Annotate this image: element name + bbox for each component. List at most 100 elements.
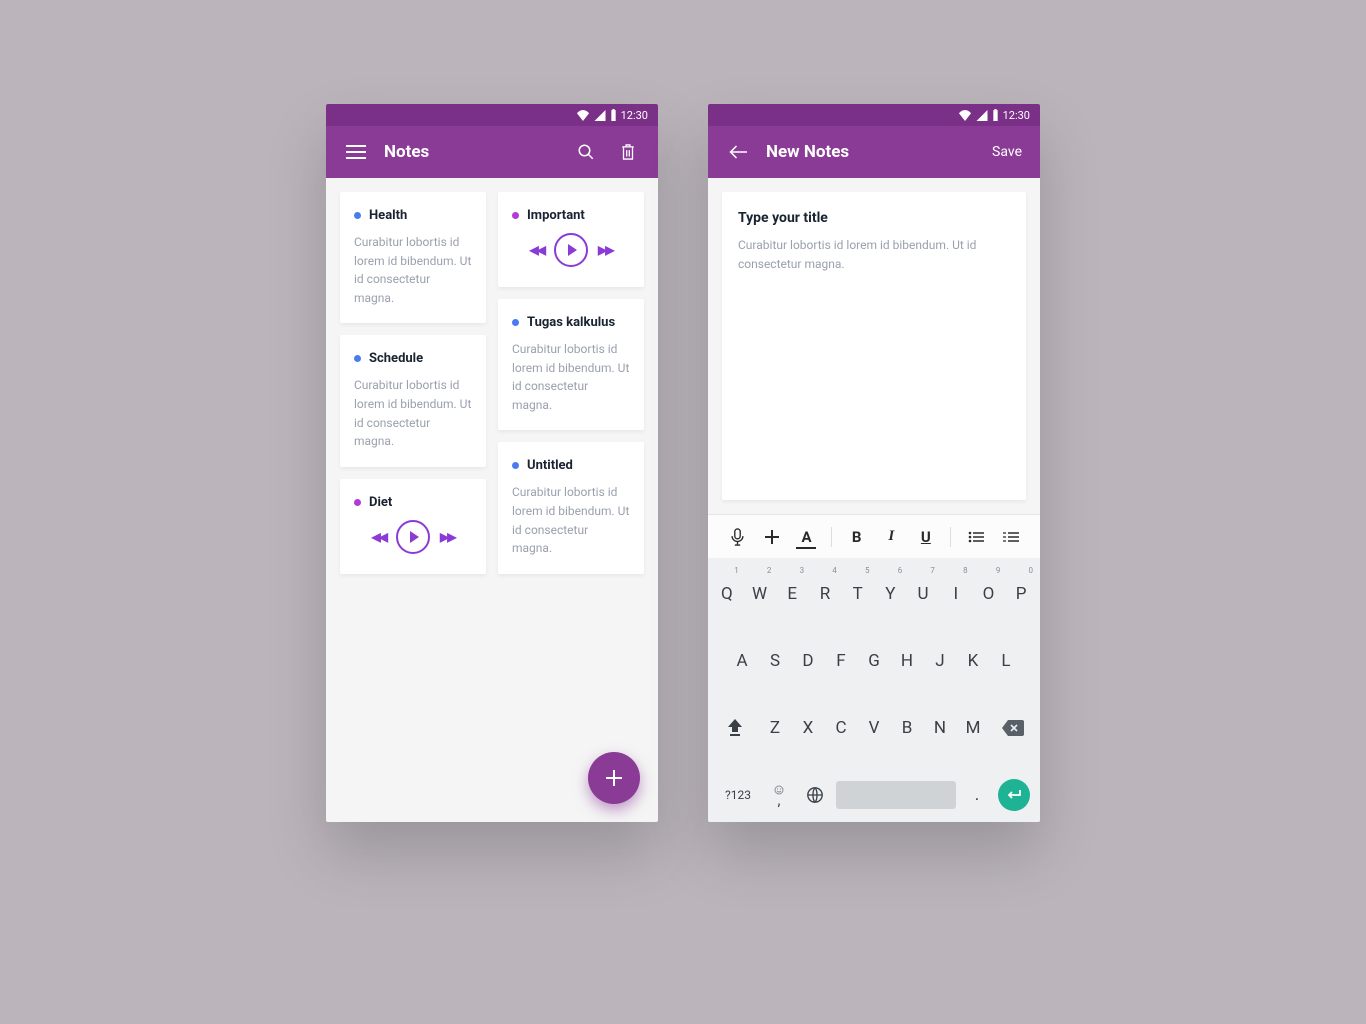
key-d[interactable]: D [793,631,823,690]
note-title: Tugas kalkulus [527,315,615,330]
tag-dot [354,355,361,362]
key-m[interactable]: M [958,698,988,757]
keyboard-row-1: Q1 W2 E3 R4 T5 Y6 U7 I8 O9 P0 [712,564,1036,623]
forward-icon[interactable]: ▶▶ [440,530,454,544]
key-r[interactable]: R4 [810,564,840,623]
enter-key[interactable] [998,779,1030,811]
language-key[interactable] [800,786,830,804]
back-icon[interactable] [726,140,750,164]
comma-key[interactable]: , [764,785,794,804]
editor-card[interactable]: Type your title Curabitur lobortis id lo… [722,192,1026,500]
tag-dot [354,212,361,219]
backspace-key[interactable] [991,698,1035,757]
tag-dot [354,499,361,506]
text-color-button[interactable]: A [796,527,816,547]
note-title: Schedule [369,351,423,366]
title-input[interactable]: Type your title [738,210,1010,226]
key-b[interactable]: B [892,698,922,757]
menu-icon[interactable] [344,140,368,164]
key-f[interactable]: F [826,631,856,690]
key-t[interactable]: T5 [843,564,873,623]
period-key[interactable]: . [962,785,992,805]
tag-dot [512,212,519,219]
note-title: Untitled [527,458,573,473]
note-card-important[interactable]: Important ◀◀ ▶▶ [498,192,644,287]
play-button[interactable] [554,233,588,267]
note-card-schedule[interactable]: Schedule Curabitur lobortis id lorem id … [340,335,486,466]
note-body: Curabitur lobortis id lorem id bibendum.… [512,483,630,557]
note-card-tugas[interactable]: Tugas kalkulus Curabitur lobortis id lor… [498,299,644,430]
key-e[interactable]: E3 [777,564,807,623]
app-bar: New Notes Save [708,126,1040,178]
key-u[interactable]: U7 [908,564,938,623]
key-i[interactable]: I8 [941,564,971,623]
wifi-icon [576,110,590,121]
add-icon[interactable] [762,527,782,547]
note-card-health[interactable]: Health Curabitur lobortis id lorem id bi… [340,192,486,323]
tag-dot [512,319,519,326]
key-c[interactable]: C [826,698,856,757]
symbols-key[interactable]: ?123 [718,788,758,802]
key-h[interactable]: H [892,631,922,690]
key-p[interactable]: P0 [1006,564,1036,623]
note-body: Curabitur lobortis id lorem id bibendum.… [354,376,472,450]
key-y[interactable]: Y6 [876,564,906,623]
keyboard-row-3: Z X C V B N M [712,698,1036,757]
notes-grid: Health Curabitur lobortis id lorem id bi… [326,178,658,588]
play-icon [568,244,577,256]
key-k[interactable]: K [958,631,988,690]
keyboard-row-4: ?123 , . [712,765,1036,822]
shift-key[interactable] [713,698,757,757]
search-icon[interactable] [574,140,598,164]
numbered-list-icon[interactable] [1001,527,1021,547]
save-button[interactable]: Save [992,144,1022,160]
signal-icon [976,110,988,121]
key-o[interactable]: O9 [974,564,1004,623]
note-card-untitled[interactable]: Untitled Curabitur lobortis id lorem id … [498,442,644,573]
key-n[interactable]: N [925,698,955,757]
key-j[interactable]: J [925,631,955,690]
status-bar: 12:30 [326,104,658,126]
separator [831,527,832,547]
spacebar-key[interactable] [836,781,956,809]
note-title: Diet [369,495,392,510]
rewind-icon[interactable]: ◀◀ [530,243,544,257]
status-time: 12:30 [621,109,648,122]
format-toolbar: A B I U [708,514,1040,558]
forward-icon[interactable]: ▶▶ [598,243,612,257]
mic-icon[interactable] [727,527,747,547]
key-z[interactable]: Z [760,698,790,757]
phone-new-note: 12:30 New Notes Save Type your title Cur… [708,104,1040,822]
key-l[interactable]: L [991,631,1021,690]
add-note-fab[interactable] [588,752,640,804]
page-title: Notes [384,142,429,162]
note-card-diet[interactable]: Diet ◀◀ ▶▶ [340,479,486,574]
phone-notes-list: 12:30 Notes Health Cura [326,104,658,822]
note-title: Health [369,208,407,223]
note-body: Curabitur lobortis id lorem id bibendum.… [354,233,472,307]
key-a[interactable]: A [727,631,757,690]
battery-icon [610,109,617,121]
underline-button[interactable]: U [916,527,936,547]
key-v[interactable]: V [859,698,889,757]
key-q[interactable]: Q1 [712,564,742,623]
key-g[interactable]: G [859,631,889,690]
key-s[interactable]: S [760,631,790,690]
delete-icon[interactable] [616,140,640,164]
status-time: 12:30 [1003,109,1030,122]
rewind-icon[interactable]: ◀◀ [372,530,386,544]
bullet-list-icon[interactable] [966,527,986,547]
app-bar: Notes [326,126,658,178]
page-title: New Notes [766,142,849,162]
italic-button[interactable]: I [881,527,901,547]
tag-dot [512,462,519,469]
wifi-icon [958,110,972,121]
separator [950,527,951,547]
note-title: Important [527,208,585,223]
play-button[interactable] [396,520,430,554]
body-input[interactable]: Curabitur lobortis id lorem id bibendum.… [738,236,1010,273]
key-x[interactable]: X [793,698,823,757]
key-w[interactable]: W2 [745,564,775,623]
bold-button[interactable]: B [847,527,867,547]
keyboard-row-2: A S D F G H J K L [712,631,1036,690]
